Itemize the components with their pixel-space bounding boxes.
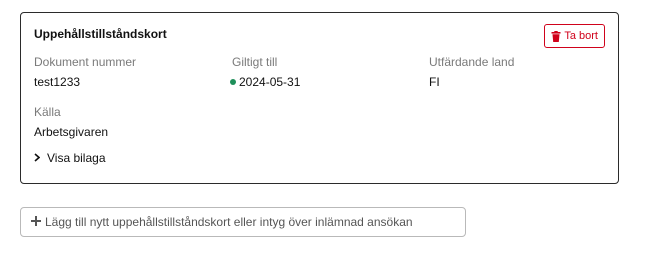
card-title: Uppehållstillståndskort — [34, 27, 167, 41]
delete-button-label: Ta bort — [564, 30, 598, 42]
country-label: Utfärdande land — [429, 55, 515, 69]
valid-until-value: 2024-05-31 — [239, 75, 301, 89]
chevron-right-icon — [34, 151, 41, 165]
valid-until-value-container: 2024-05-31 — [230, 75, 300, 89]
show-attachment-label: Visa bilaga — [47, 151, 106, 165]
residence-permit-card: Uppehållstillståndskort Ta bort Dokument… — [20, 12, 619, 184]
add-permit-label: Lägg till nytt uppehållstillståndskort e… — [45, 215, 413, 229]
source-label: Källa — [34, 105, 61, 119]
delete-button[interactable]: Ta bort — [544, 24, 605, 48]
plus-icon — [31, 215, 41, 229]
valid-until-label: Giltigt till — [232, 55, 278, 69]
add-permit-button[interactable]: Lägg till nytt uppehållstillståndskort e… — [20, 207, 466, 237]
show-attachment-toggle[interactable]: Visa bilaga — [34, 151, 106, 165]
doc-number-label: Dokument nummer — [34, 55, 137, 69]
trash-icon — [551, 30, 561, 42]
doc-number-value: test1233 — [34, 75, 81, 89]
country-value: FI — [429, 75, 440, 89]
valid-status-dot — [230, 79, 236, 85]
source-value: Arbetsgivaren — [34, 125, 109, 139]
